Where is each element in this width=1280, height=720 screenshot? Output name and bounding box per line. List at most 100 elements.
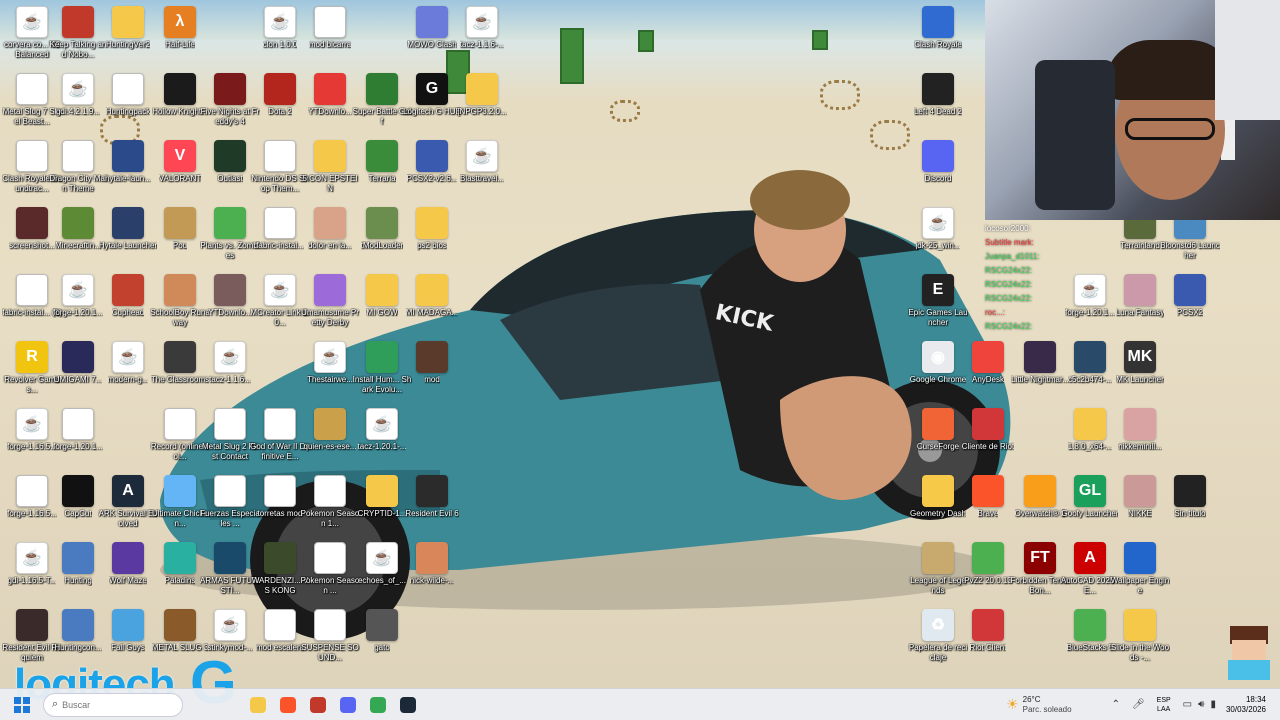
desktop-icon[interactable]: nick-wilde-... (402, 542, 462, 606)
desktop-icon[interactable]: ☕ Thestairwe... (300, 341, 360, 405)
desktop-icon[interactable]: PCSX2 (1160, 274, 1220, 338)
desktop-icon[interactable]: Slide in the Woods -... (1110, 609, 1170, 673)
desktop-icon[interactable]: E Epic Games Launcher (908, 274, 968, 338)
desktop-icon-label: forge-1.20.1... (53, 442, 103, 451)
desktop-icon[interactable]: ▶ mod bicarra (300, 6, 360, 70)
chat-line: Subtitle mark: (985, 238, 1034, 247)
taskbar-search-box[interactable]: ⌕ (43, 692, 183, 717)
app-icon (62, 475, 94, 507)
app-icon: R (16, 341, 48, 373)
desktop-icon[interactable]: YTDownlo... (300, 73, 360, 137)
desktop-icon-label: [NPGP3.2.0... (457, 107, 507, 116)
desktop-icon[interactable]: ▶ Pokemon Season ... (300, 542, 360, 606)
desktop-icon[interactable]: Discord (908, 140, 968, 204)
webcam-overlay (985, 0, 1280, 220)
desktop-icon[interactable]: Riot Client (958, 609, 1018, 673)
desktop-icon-label: tacz-1.20.1-... (357, 442, 407, 451)
desktop-icon[interactable]: ☕ tacz-1.1.6-... (452, 6, 512, 70)
app-icon (214, 274, 246, 306)
desktop-icon[interactable]: Hytale Launcher (98, 207, 158, 271)
app-icon (314, 408, 346, 440)
desktop-icon[interactable]: ☕ Blasttravel... (452, 140, 512, 204)
weather-widget[interactable]: ☀ 26°C Parc. soleado (1006, 695, 1071, 715)
desktop-icon[interactable]: ▶ SUSPENSE SOUND... (300, 609, 360, 673)
desktop-icon[interactable]: Umamusume Pretty Derby (300, 274, 360, 338)
desktop-icon[interactable]: Cliente de Riot (958, 408, 1018, 472)
desktop-icon[interactable]: ▤ Huntingpack (98, 73, 158, 137)
chat-line: RSCG24x22: (985, 266, 1033, 275)
taskbar-app-file-explorer[interactable] (246, 693, 270, 717)
taskbar: ⌕ ☀ 26°C Parc. soleado ⌃ 🎤︎ ESP LAA ▭ 🔊︎… (0, 688, 1280, 720)
app-icon (366, 73, 398, 105)
desktop-icon[interactable]: dolor en la... (300, 207, 360, 271)
taskbar-app-capcut-red[interactable] (306, 693, 330, 717)
java-file-icon: ☕ (264, 274, 296, 306)
desktop-icon[interactable]: HuntingVer2 (98, 6, 158, 70)
desktop-icon[interactable]: Resident Evil 6 (402, 475, 462, 539)
folder-icon (366, 475, 398, 507)
desktop-icon[interactable]: ☕ jdk-25_win... (908, 207, 968, 271)
desktop-icon-label: Resident Evil 6 (405, 509, 459, 518)
desktop-icon[interactable]: A ARK Survival Evolved (98, 475, 158, 539)
clock[interactable]: 18:34 30/03/2026 (1226, 695, 1266, 715)
desktop-icon[interactable]: mod (402, 341, 462, 405)
desktop-icon[interactable]: Clash Royale (908, 6, 968, 70)
desktop-icon[interactable]: ☕ tacz-1.1.6... (200, 341, 260, 405)
desktop-icon[interactable]: ▤ forge-1.20.1... (48, 408, 108, 472)
desktop-icon[interactable]: λ Half-Life (150, 6, 210, 70)
desktop-icon-label: PCSX2-v2.6... (406, 174, 458, 183)
taskbar-app-chrome[interactable] (366, 693, 390, 717)
media-file-icon: ▶ (164, 408, 196, 440)
network-icon[interactable]: ▭ (1183, 699, 1192, 710)
desktop-icon[interactable]: Wolf Maze (98, 542, 158, 606)
dead-bush-decoration (610, 100, 640, 122)
desktop-icon[interactable]: nikkeminill... (1110, 408, 1170, 472)
chevron-up-icon[interactable]: ⌃ (1112, 699, 1120, 710)
weather-desc: Parc. soleado (1022, 704, 1072, 714)
app-icon (972, 609, 1004, 641)
start-button[interactable] (10, 693, 34, 717)
app-icon: GL (1074, 475, 1106, 507)
desktop-icon-label: Epic Games Launcher (908, 308, 968, 327)
desktop-icon[interactable]: gato (352, 609, 412, 673)
desktop-icon[interactable]: MK MK Launcher (1110, 341, 1170, 405)
taskbar-app-steam[interactable] (396, 693, 420, 717)
app-icon (164, 341, 196, 373)
desktop-icon[interactable]: AnyDesk (958, 341, 1018, 405)
desktop-icon[interactable]: hytale-laun... (98, 140, 158, 204)
desktop-icon-label: HuntingVer2 (105, 40, 151, 49)
java-file-icon: ☕ (466, 140, 498, 172)
cactus-decoration (812, 30, 828, 50)
desktop-icon[interactable]: ☕ tacz-1.20.1-... (352, 408, 412, 472)
desktop-icon[interactable]: quien-es-ese... (300, 408, 360, 472)
desktop-icon[interactable]: ▶ Pokemon Season 1... (300, 475, 360, 539)
desktop-icon[interactable]: MI MADAGA... (402, 274, 462, 338)
desktop-icon-label: CapCut (64, 509, 92, 518)
battery-icon[interactable]: ▮ (1210, 699, 1216, 710)
desktop-icon[interactable]: 5 CON EPSTEIN (300, 140, 360, 204)
desktop-icon-label: tacz-1.1.6-... (459, 40, 505, 49)
volume-icon[interactable]: 🔊︎ (1198, 699, 1204, 710)
desktop-icon-label: jdk-25_win... (915, 241, 961, 250)
desktop-icon[interactable]: PvZ2 20.0.13 (958, 542, 1018, 606)
desktop-icon[interactable]: ☕ modern-g... (98, 341, 158, 405)
desktop-icon[interactable]: Cuphead (98, 274, 158, 338)
taskbar-search-input[interactable] (62, 699, 163, 710)
app-icon (366, 341, 398, 373)
desktop-icon-label: gdi.4.2.1.9... (55, 107, 101, 116)
desktop-icon[interactable]: ps2 bios (402, 207, 462, 271)
app-icon (1024, 475, 1056, 507)
language-indicator[interactable]: ESP LAA (1157, 696, 1171, 714)
java-file-icon: ☕ (16, 6, 48, 38)
desktop-icon-label: Pokemon Season ... (300, 576, 360, 595)
desktop-icon[interactable]: Wallpaper Engine (1110, 542, 1170, 606)
app-icon (314, 73, 346, 105)
desktop-icon[interactable]: Sin título (1160, 475, 1220, 539)
desktop-icon[interactable]: Left 4 Dead 2 (908, 73, 968, 137)
taskbar-app-brave[interactable] (276, 693, 300, 717)
taskbar-app-discord[interactable] (336, 693, 360, 717)
weather-temp: 26°C (1022, 694, 1041, 704)
desktop-icon[interactable]: Brave (958, 475, 1018, 539)
desktop-icon[interactable]: [NPGP3.2.0... (452, 73, 512, 137)
microphone-icon[interactable]: 🎤︎ (1132, 699, 1145, 710)
